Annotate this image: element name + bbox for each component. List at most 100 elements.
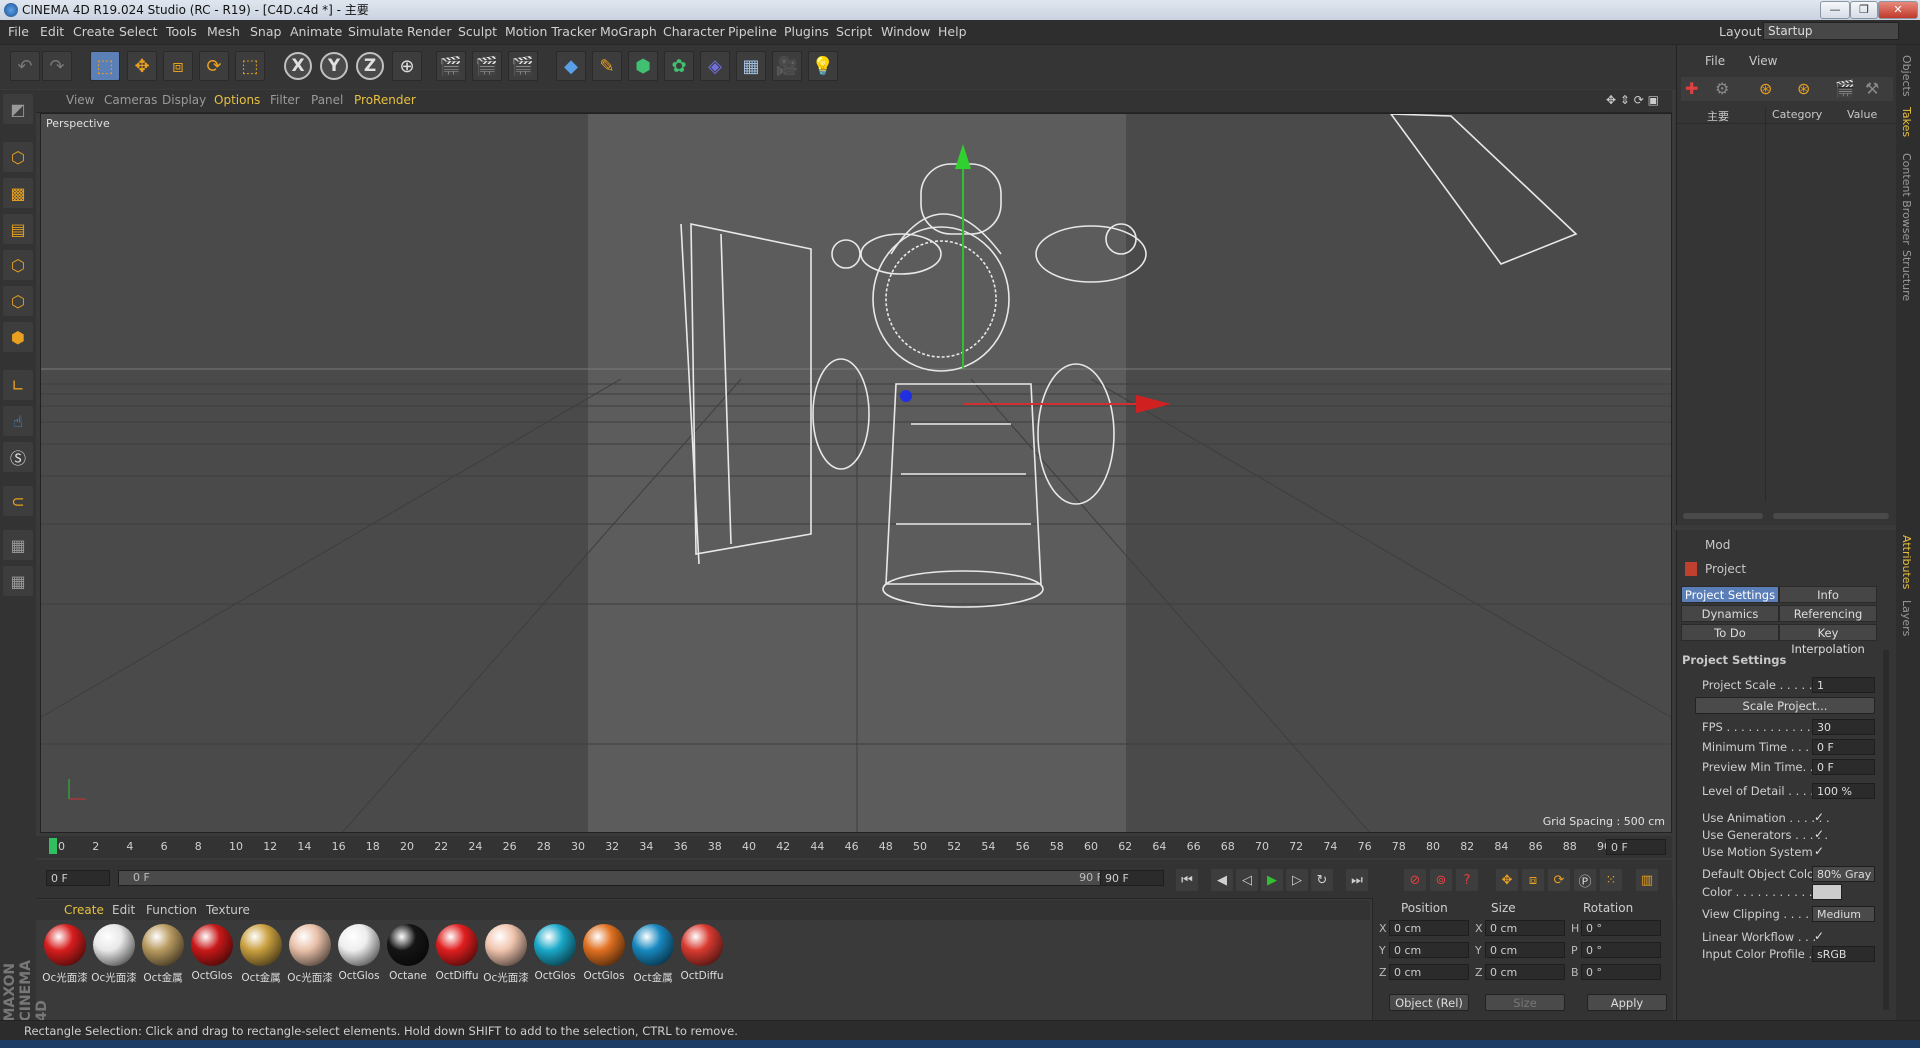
- redo-icon[interactable]: ↷: [42, 51, 72, 81]
- minimize-button[interactable]: —: [1820, 1, 1850, 19]
- keyframe-selection-icon[interactable]: ?: [1456, 869, 1478, 891]
- coord-size-field[interactable]: 0 cm: [1485, 964, 1565, 980]
- material-item[interactable]: Oct金属: [630, 924, 676, 985]
- z-axis-lock-button[interactable]: Z: [356, 52, 384, 80]
- menu-plugins[interactable]: Plugins: [784, 24, 829, 39]
- coord-pos-field[interactable]: 0 cm: [1389, 942, 1469, 958]
- points-mode-icon[interactable]: ⬡: [3, 250, 33, 280]
- viewport-menu-view[interactable]: View: [66, 93, 94, 107]
- menu-mograph[interactable]: MoGraph: [600, 24, 657, 39]
- tab-dynamics[interactable]: Dynamics: [1681, 605, 1779, 622]
- octane-live-viewer-icon[interactable]: ✚: [1685, 79, 1698, 98]
- tab-key-interpolation[interactable]: Key Interpolation: [1779, 624, 1877, 656]
- key-parameter-icon[interactable]: Ⓟ: [1574, 869, 1596, 891]
- menu-tools[interactable]: Tools: [166, 24, 197, 39]
- viewport-perspective[interactable]: Perspective Grid Spacing : 500 cm: [40, 113, 1672, 833]
- make-editable-icon[interactable]: ◩: [3, 94, 33, 124]
- material-item[interactable]: Oc光面漆: [91, 924, 137, 985]
- next-frame-icon[interactable]: ▷: [1286, 869, 1308, 891]
- record-active-icon[interactable]: ⊘: [1404, 869, 1426, 891]
- octane-tool-icon[interactable]: ⚒: [1865, 79, 1879, 98]
- menu-mesh[interactable]: Mesh: [207, 24, 240, 39]
- key-pla-icon[interactable]: ⁙: [1600, 869, 1622, 891]
- octane-render-icon[interactable]: 🎬: [1835, 79, 1855, 98]
- viewport-menu-panel[interactable]: Panel: [311, 93, 343, 107]
- material-item[interactable]: OctGlos: [336, 924, 382, 982]
- floor-icon[interactable]: ▦: [736, 51, 766, 81]
- attr-row-value[interactable]: 0 F: [1812, 739, 1875, 755]
- coord-size-field[interactable]: 0 cm: [1485, 942, 1565, 958]
- attr-row-value[interactable]: ✓: [1814, 827, 1824, 841]
- pen-spline-icon[interactable]: ✎: [592, 51, 622, 81]
- model-mode-icon[interactable]: ⬡: [3, 142, 33, 172]
- x-axis-lock-button[interactable]: X: [284, 52, 312, 80]
- axis-mode-icon[interactable]: ∟: [3, 370, 33, 400]
- rotate-icon[interactable]: ⟳: [199, 51, 229, 81]
- key-rotation-icon[interactable]: ⟳: [1548, 869, 1570, 891]
- scale-icon[interactable]: ⧈: [163, 51, 193, 81]
- tab-referencing[interactable]: Referencing: [1779, 605, 1877, 622]
- coord-pos-field[interactable]: 0 cm: [1389, 964, 1469, 980]
- current-frame-field[interactable]: 0 F: [1606, 839, 1666, 855]
- attr-scrollbar[interactable]: [1883, 650, 1889, 1010]
- lock-workplane-icon[interactable]: ▦: [3, 530, 33, 560]
- workplane-icon[interactable]: ▤: [3, 214, 33, 244]
- playhead-marker[interactable]: [49, 838, 57, 854]
- attr-row-value[interactable]: [1812, 884, 1842, 900]
- viewport-menu-options[interactable]: Options: [214, 93, 260, 107]
- maximize-button[interactable]: ❐: [1850, 1, 1878, 19]
- move-icon[interactable]: ✥: [127, 51, 157, 81]
- material-item[interactable]: Octane: [385, 924, 431, 982]
- viewport-menu-display[interactable]: Display: [162, 93, 206, 107]
- menu-animate[interactable]: Animate: [290, 24, 342, 39]
- render-picture-viewer-icon[interactable]: 🎬: [472, 51, 502, 81]
- solo-icon[interactable]: Ⓢ: [3, 442, 33, 472]
- texture-mode-icon[interactable]: ▩: [3, 178, 33, 208]
- next-key-icon[interactable]: ↻: [1311, 869, 1333, 891]
- attr-row-value[interactable]: 0 F: [1812, 759, 1875, 775]
- frame-range-slider[interactable]: 0 F 90 F: [118, 870, 1118, 886]
- layout-select[interactable]: Startup: [1763, 22, 1899, 40]
- material-item[interactable]: Oct金属: [140, 924, 186, 985]
- timeline-ruler[interactable]: 0 2 4 6 8 10 12 14 16 18 20 22 24 26 28 30 32 34 36 38 40 42 4…: [36, 836, 1672, 858]
- menu-help[interactable]: Help: [938, 24, 967, 39]
- tab-info[interactable]: Info: [1779, 586, 1877, 603]
- side-tab-content-browser[interactable]: Content Browser: [1900, 153, 1913, 245]
- material-item[interactable]: OctDiffu: [434, 924, 480, 982]
- attr-row-value[interactable]: sRGB: [1812, 946, 1875, 962]
- play-icon[interactable]: ▶: [1261, 869, 1283, 891]
- menu-edit[interactable]: Edit: [40, 24, 64, 39]
- deformer-icon[interactable]: ◈: [700, 51, 730, 81]
- menu-window[interactable]: Window: [881, 24, 930, 39]
- planar-workplane-icon[interactable]: ▦: [3, 566, 33, 596]
- material-item[interactable]: Oc光面漆: [287, 924, 333, 985]
- obj-scrollbar-left[interactable]: [1683, 513, 1763, 519]
- material-item[interactable]: OctGlos: [581, 924, 627, 982]
- mat-menu-create[interactable]: Create: [64, 903, 104, 917]
- snap-icon[interactable]: ⊂: [3, 486, 33, 516]
- end-frame-field[interactable]: 90 F: [1100, 870, 1164, 886]
- coordinate-system-icon[interactable]: ⊕: [392, 51, 422, 81]
- light-icon[interactable]: 💡: [808, 51, 838, 81]
- material-item[interactable]: Oc光面漆: [483, 924, 529, 985]
- tab-to-do[interactable]: To Do: [1681, 624, 1779, 641]
- octane-object-icon[interactable]: ⊛: [1797, 79, 1810, 98]
- mograph-cloner-icon[interactable]: ✿: [664, 51, 694, 81]
- mat-menu-texture[interactable]: Texture: [206, 903, 250, 917]
- menu-simulate[interactable]: Simulate: [348, 24, 403, 39]
- material-item[interactable]: Oct金属: [238, 924, 284, 985]
- side-tab-attributes[interactable]: Attributes: [1900, 535, 1913, 589]
- coord-pos-field[interactable]: 0 cm: [1389, 920, 1469, 936]
- cube-icon[interactable]: ◆: [556, 51, 586, 81]
- octane-settings-icon[interactable]: ⚙: [1715, 79, 1729, 98]
- attr-row-value[interactable]: ✓: [1814, 810, 1824, 824]
- subdivision-icon[interactable]: ⬢: [628, 51, 658, 81]
- coord-mode-select[interactable]: Object (Rel): [1389, 994, 1469, 1011]
- obj-menu-file[interactable]: File: [1705, 54, 1725, 68]
- menu-pipeline[interactable]: Pipeline: [728, 24, 777, 39]
- mat-menu-edit[interactable]: Edit: [112, 903, 135, 917]
- attr-row-value[interactable]: Medium: [1812, 906, 1875, 922]
- scale-project-button[interactable]: Scale Project...: [1695, 697, 1875, 714]
- camera-icon[interactable]: 🎥: [772, 51, 802, 81]
- rectangle-selection-icon[interactable]: ⬚: [90, 51, 120, 81]
